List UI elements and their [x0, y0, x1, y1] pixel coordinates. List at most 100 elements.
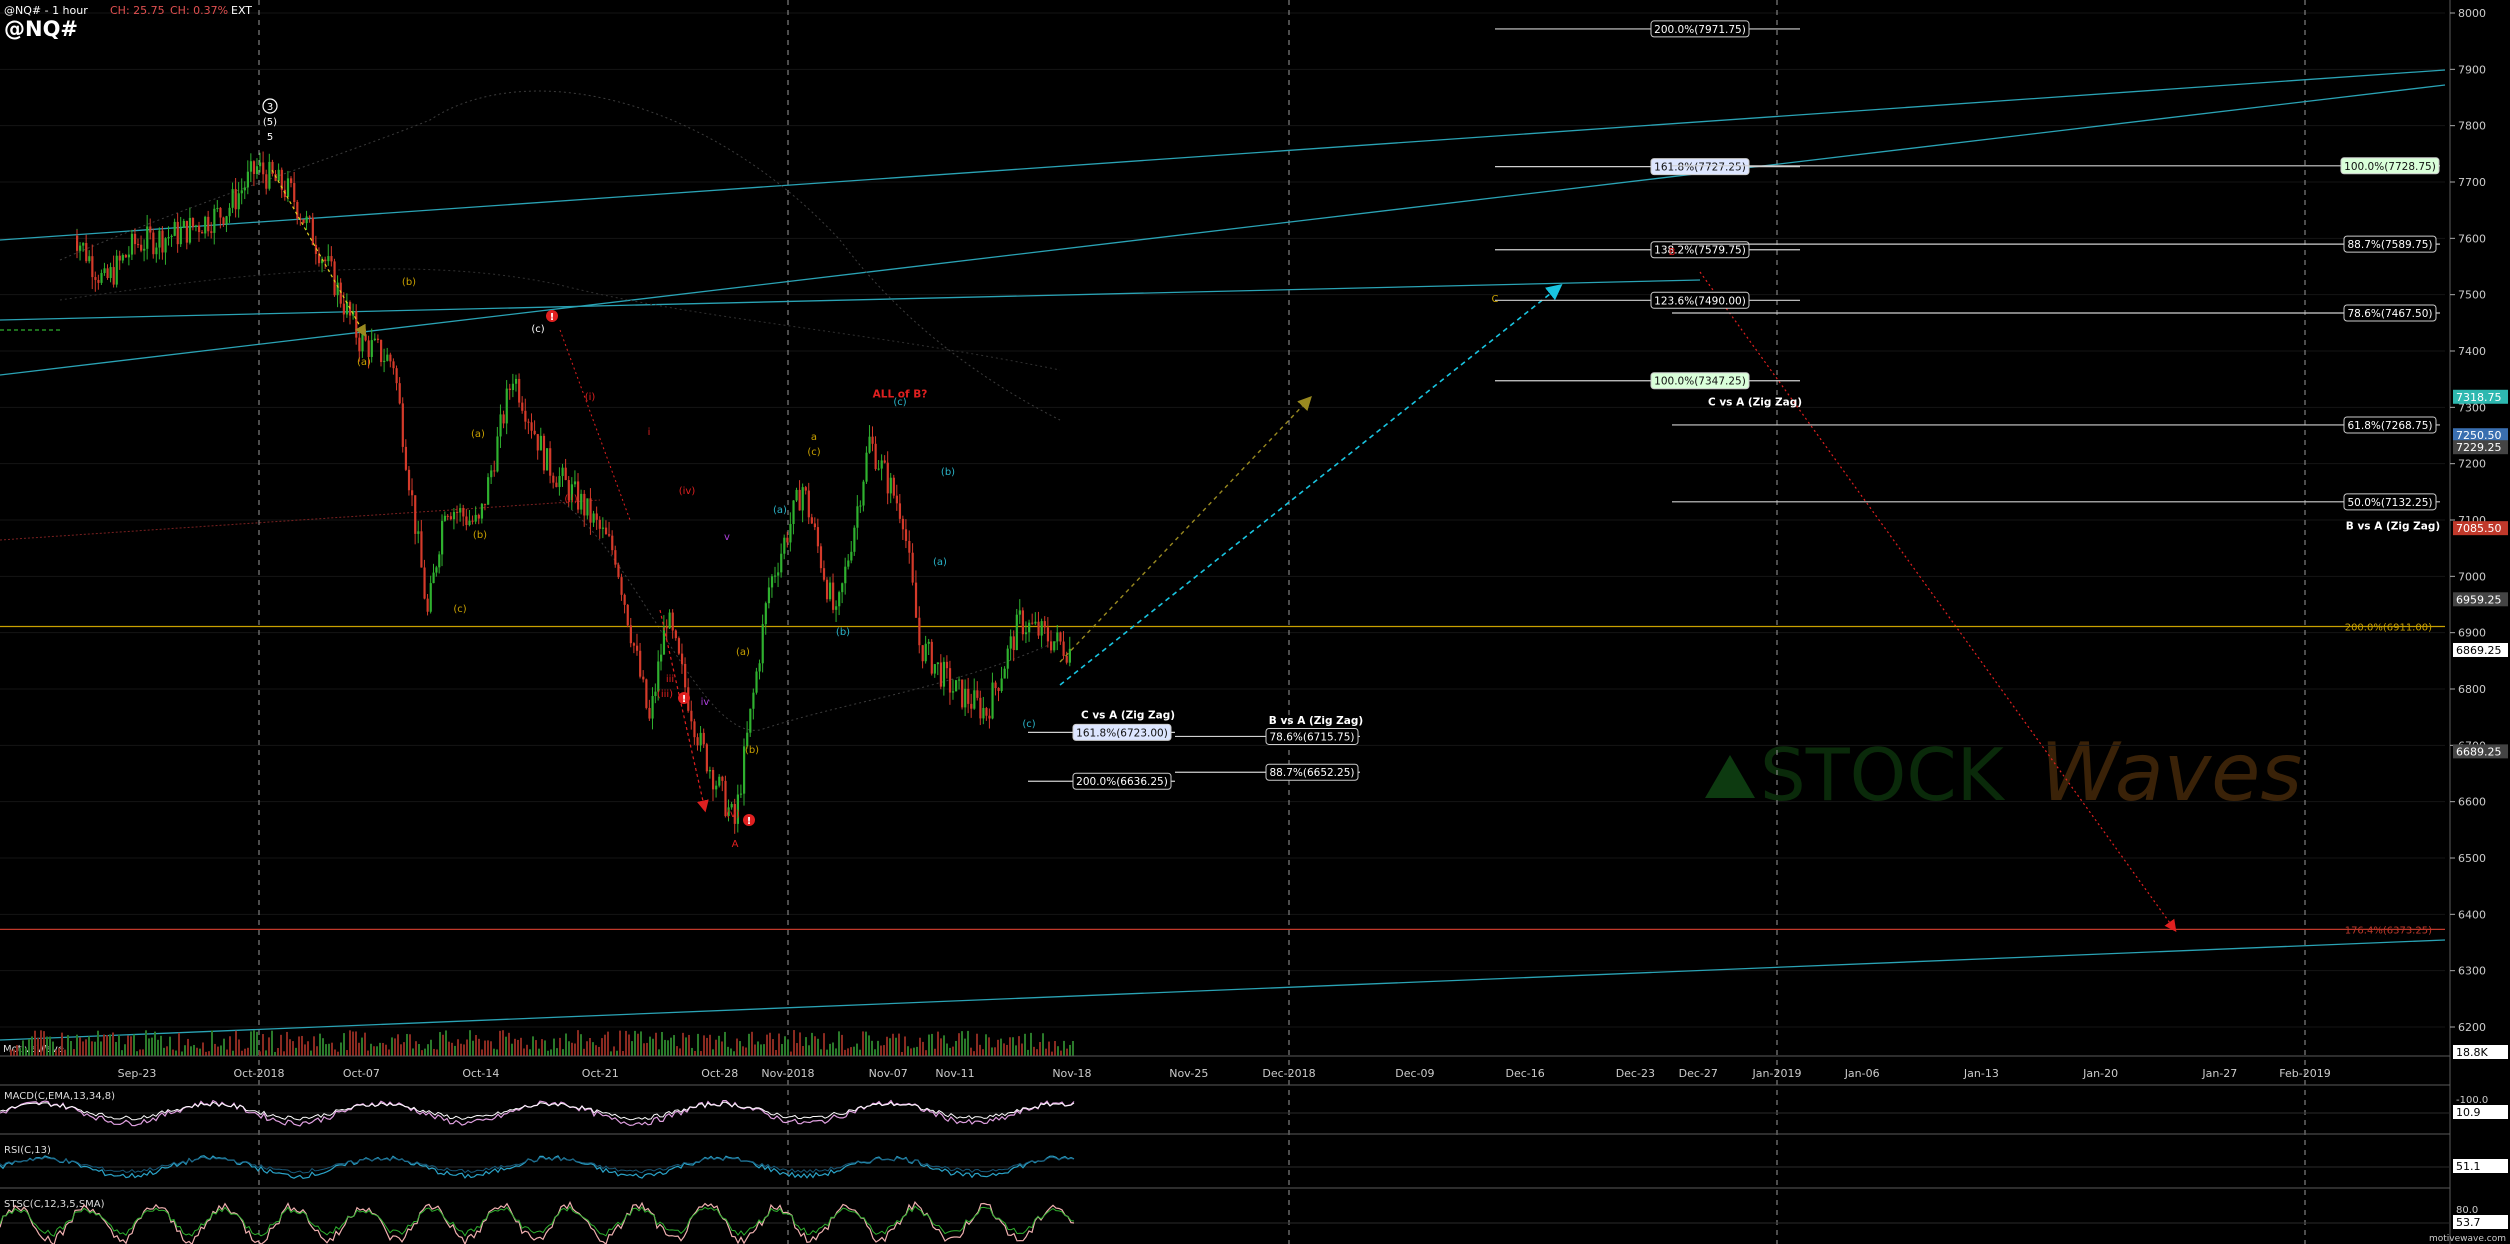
wave-label: (a) [773, 505, 787, 516]
volume-bar [1072, 1041, 1074, 1056]
candle-body [967, 688, 970, 704]
price-chart[interactable]: STOCK Waves 200.0%(6911.00) 176.4%(6373.25… [0, 0, 2510, 1244]
volume-bar [712, 1049, 714, 1056]
candle-body [930, 641, 933, 674]
candle-body [924, 643, 927, 662]
volume-bar [946, 1043, 948, 1056]
candle-body [564, 467, 567, 481]
fib-label: 123.6%(7490.00) [1654, 295, 1746, 307]
candle-body [311, 217, 314, 245]
fib-label: 88.7%(7589.75) [2348, 239, 2433, 251]
volume-bar [79, 1037, 81, 1056]
volume-bar [433, 1048, 435, 1056]
candle-body [456, 511, 459, 513]
annotation-label: B vs A (Zig Zag) [2346, 521, 2440, 533]
wave-label: i [648, 427, 651, 438]
candle-body [583, 493, 586, 516]
candle-body [970, 703, 973, 709]
stockwaves-watermark: STOCK Waves [1705, 726, 2302, 819]
volume-bar [658, 1049, 660, 1056]
candle-body [1049, 641, 1053, 651]
candle-body [761, 624, 764, 664]
candle-body [508, 388, 511, 391]
volume-bar [346, 1050, 348, 1056]
volume-bar [367, 1050, 369, 1056]
candle-body [161, 230, 164, 253]
volume-bar [595, 1045, 597, 1056]
price-tag-label: 6959.25 [2456, 593, 2502, 606]
candle-body [146, 226, 149, 249]
volume-bar [25, 1047, 27, 1056]
volume-bar [52, 1041, 54, 1056]
candle-body [94, 277, 97, 280]
candle-body [88, 256, 91, 262]
volume-bar [85, 1039, 87, 1056]
volume-bar [790, 1051, 792, 1056]
candle-body [103, 268, 106, 274]
volume-bar [628, 1034, 630, 1056]
candle-body [868, 436, 871, 453]
volume-bar [511, 1043, 513, 1056]
candle-body [608, 534, 611, 536]
candle-body [373, 338, 376, 341]
volume-bar [340, 1042, 342, 1056]
volume-bar [1012, 1037, 1014, 1056]
candle-body [201, 232, 204, 234]
candle-body [342, 303, 345, 315]
candle-body [1015, 614, 1018, 651]
time-axis-tick-label: Nov-25 [1169, 1067, 1208, 1080]
volume-bar [727, 1046, 729, 1056]
volume-bar [73, 1049, 75, 1056]
volume-bar [625, 1030, 627, 1056]
candle-body [908, 540, 911, 553]
volume-bar [940, 1038, 942, 1056]
candle-body [255, 166, 259, 174]
candle-body [259, 162, 262, 167]
volume-bar [316, 1046, 318, 1056]
volume-bar [91, 1041, 93, 1056]
volume-bar [331, 1042, 333, 1056]
volume-bar [1015, 1045, 1017, 1056]
volume-bar [361, 1037, 363, 1056]
volume-bar [247, 1047, 249, 1056]
wave-label: 5 [267, 132, 273, 143]
candle-body [477, 514, 480, 519]
candle-body [573, 481, 577, 485]
candle-body [496, 436, 499, 472]
candle-body [816, 527, 820, 547]
wave-label: (5) [263, 117, 277, 128]
volume-bar [775, 1050, 777, 1056]
wave-label: (c) [453, 604, 466, 615]
candle-body [859, 505, 862, 507]
volume-bar [457, 1039, 459, 1056]
candle-body [130, 233, 134, 255]
candle-body [671, 612, 674, 631]
volume-bar [136, 1051, 138, 1056]
volume-bar [148, 1038, 150, 1056]
volume-bar [394, 1038, 396, 1056]
candle-body [886, 462, 889, 494]
candle-body [838, 592, 841, 607]
volume-bar [967, 1030, 969, 1056]
volume-bar [766, 1034, 768, 1056]
volume-bar [838, 1031, 840, 1056]
candle-body [595, 513, 598, 520]
volume-bar [373, 1046, 375, 1056]
candle-body [364, 334, 367, 341]
volume-bar [304, 1044, 306, 1056]
volume-bar [337, 1051, 339, 1056]
candle-body [684, 663, 687, 688]
volume-bar [883, 1045, 885, 1056]
candle-body [1040, 621, 1043, 636]
volume-bar [88, 1036, 90, 1056]
volume-bar [154, 1031, 156, 1056]
candle-body [592, 513, 595, 523]
volume-bar [541, 1039, 543, 1056]
candle-body [471, 520, 474, 522]
price-axis-tick-label: 7400 [2458, 345, 2486, 358]
candle-body [216, 207, 219, 209]
candle-body [536, 434, 539, 451]
candle-body [777, 572, 780, 576]
volume-bar [220, 1045, 222, 1056]
volume-bar [13, 1049, 15, 1056]
